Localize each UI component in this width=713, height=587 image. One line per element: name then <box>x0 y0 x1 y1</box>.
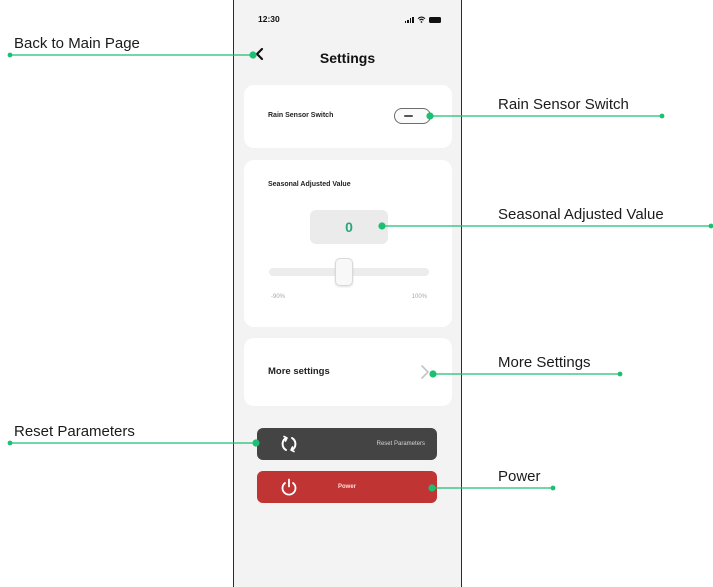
status-bar: 12:30 <box>234 14 461 30</box>
status-time: 12:30 <box>258 14 280 24</box>
wifi-icon <box>417 16 426 23</box>
more-settings-row[interactable]: More settings <box>244 338 452 406</box>
rain-sensor-toggle[interactable] <box>394 108 431 124</box>
chevron-right-icon[interactable] <box>418 364 432 380</box>
status-icons <box>404 16 441 23</box>
rain-sensor-card: Rain Sensor Switch <box>244 85 452 148</box>
reset-parameters-button[interactable]: Reset Parameters <box>257 428 437 460</box>
slider-max-label: 100% <box>411 294 427 300</box>
rain-sensor-label: Rain Sensor Switch <box>268 112 334 119</box>
refresh-icon <box>281 435 297 453</box>
seasonal-value-display[interactable]: 0 <box>310 210 388 244</box>
seasonal-slider-thumb[interactable] <box>335 258 354 286</box>
more-settings-label: More settings <box>268 366 330 377</box>
power-label: Power <box>337 484 356 490</box>
callout-seasonal-adjusted-value: Seasonal Adjusted Value <box>498 206 664 223</box>
seasonal-adjusted-label: Seasonal Adjusted Value <box>268 181 351 188</box>
slider-min-label: -90% <box>271 294 286 300</box>
callout-rain-sensor-switch: Rain Sensor Switch <box>498 96 629 113</box>
seasonal-adjusted-card: Seasonal Adjusted Value 0 -90% 100% <box>244 160 452 327</box>
page-title: Settings <box>319 50 376 66</box>
callout-reset-parameters: Reset Parameters <box>14 423 135 440</box>
toggle-off-indicator <box>404 114 413 117</box>
battery-icon <box>429 17 441 23</box>
callout-more-settings: More Settings <box>498 354 591 371</box>
callout-power: Power <box>498 468 541 485</box>
callout-back-to-main-page: Back to Main Page <box>14 35 140 52</box>
phone-screen: 12:30 Settings Rain Sensor Switch Season… <box>233 0 462 587</box>
reset-parameters-label: Reset Parameters <box>376 441 425 447</box>
power-button[interactable]: Power <box>257 471 437 503</box>
signal-icon <box>404 16 414 23</box>
